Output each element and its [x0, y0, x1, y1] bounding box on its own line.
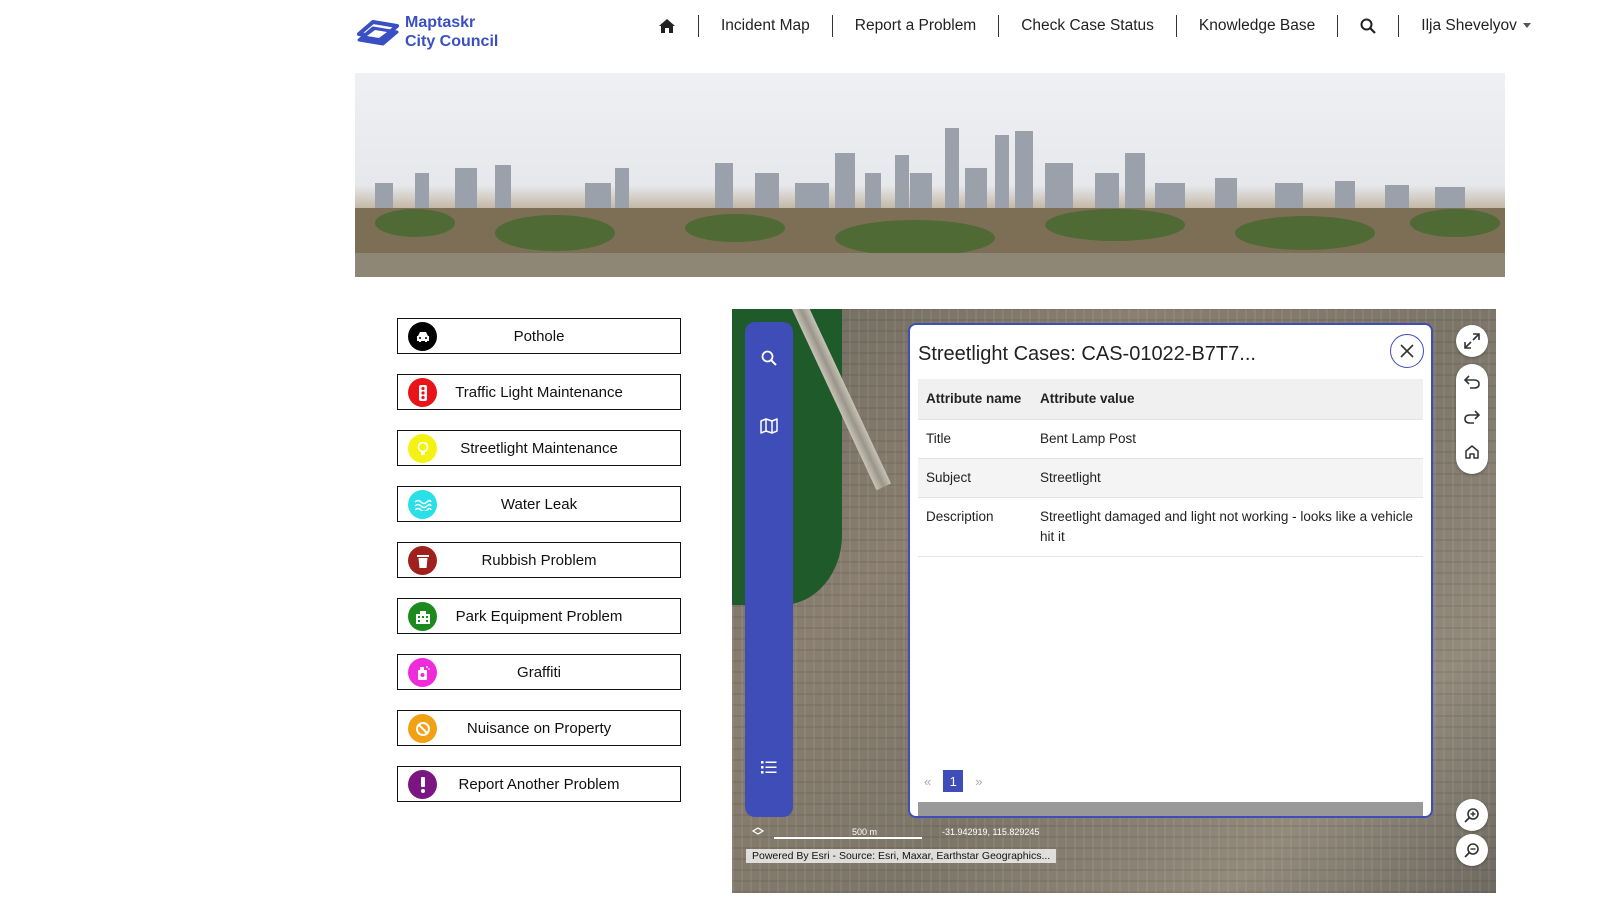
lightbulb-icon	[408, 434, 437, 463]
zoom-in-icon	[1464, 808, 1479, 823]
nav-search[interactable]	[1337, 15, 1398, 37]
spray-can-icon	[408, 658, 437, 687]
brand-line1: Maptaskr	[405, 14, 476, 31]
map-icon	[760, 418, 778, 434]
header-attribute-name: Attribute name	[918, 379, 1032, 420]
attr-value: Streetlight	[1032, 458, 1423, 498]
problem-label: Water Leak	[500, 495, 578, 513]
logo[interactable]: Maptaskr City Council	[355, 12, 498, 52]
nav-knowledge-base[interactable]: Knowledge Base	[1175, 15, 1337, 37]
table-row: Subject Streetlight	[918, 458, 1423, 498]
search-icon	[1360, 18, 1377, 34]
attr-value: Streetlight damaged and light not workin…	[1032, 497, 1423, 557]
attr-name: Subject	[918, 458, 1032, 498]
building-icon	[408, 602, 437, 631]
expand-icon	[1464, 333, 1480, 349]
map-layers-button[interactable]	[745, 408, 793, 444]
home-icon	[1465, 445, 1479, 459]
scale-line	[774, 837, 922, 839]
problem-button-pothole[interactable]: Pothole	[397, 318, 681, 354]
close-icon	[1400, 344, 1414, 358]
problem-button-nuisance[interactable]: Nuisance on Property	[397, 710, 681, 746]
popup-close-button[interactable]	[1390, 334, 1424, 368]
problem-label: Graffiti	[517, 663, 561, 681]
nav-incident-map[interactable]: Incident Map	[698, 15, 832, 37]
nav-report-problem[interactable]: Report a Problem	[831, 15, 998, 37]
layer-icon	[752, 827, 764, 835]
problem-button-traffic-light[interactable]: Traffic Light Maintenance	[397, 374, 681, 410]
map-coordinates: -31.942919, 115.829245	[942, 827, 1040, 837]
map-attribution: Powered By Esri - Source: Esri, Maxar, E…	[746, 849, 1057, 863]
traffic-light-icon	[408, 378, 437, 407]
problem-button-water-leak[interactable]: Water Leak	[397, 486, 681, 522]
attr-name: Description	[918, 497, 1032, 557]
map-scale-bar: 500 m -31.942919, 115.829245	[752, 827, 1042, 839]
table-row: Title Bent Lamp Post	[918, 419, 1423, 459]
nav-home[interactable]	[652, 15, 698, 37]
case-popup: Streetlight Cases: CAS-01022-B7T7... Att…	[908, 323, 1433, 818]
trash-icon	[408, 546, 437, 575]
search-icon	[761, 350, 777, 366]
popup-title: Streetlight Cases: CAS-01022-B7T7...	[918, 343, 1256, 365]
next-page-button[interactable]: »	[975, 774, 982, 789]
prev-page-button[interactable]: «	[924, 774, 931, 789]
undo-button[interactable]	[1456, 366, 1488, 398]
incident-map[interactable]: Streetlight Cases: CAS-01022-B7T7... Att…	[732, 309, 1496, 893]
attr-name: Title	[918, 419, 1032, 459]
problem-label: Report Another Problem	[458, 775, 620, 793]
problem-label: Park Equipment Problem	[455, 607, 623, 625]
map-search-button[interactable]	[745, 340, 793, 376]
list-icon	[761, 761, 777, 774]
exclamation-icon	[408, 770, 437, 799]
redo-button[interactable]	[1456, 401, 1488, 433]
undo-icon	[1464, 375, 1480, 389]
car-icon	[408, 322, 437, 351]
home-extent-button[interactable]	[1456, 436, 1488, 468]
brand-line2: City Council	[405, 33, 499, 50]
problem-label: Rubbish Problem	[481, 551, 597, 569]
problem-list: Pothole Traffic Light Maintenance Street…	[397, 318, 681, 822]
main-nav: Incident Map Report a Problem Check Case…	[652, 14, 1531, 38]
problem-button-other[interactable]: Report Another Problem	[397, 766, 681, 802]
fullscreen-button[interactable]	[1456, 325, 1488, 357]
problem-button-graffiti[interactable]: Graffiti	[397, 654, 681, 690]
redo-icon	[1464, 410, 1480, 424]
pagination: « 1 »	[924, 770, 982, 792]
user-menu[interactable]: Ilja Shevelyov	[1398, 15, 1531, 37]
table-row: Description Streetlight damaged and ligh…	[918, 497, 1423, 557]
caret-down-icon	[1522, 23, 1531, 29]
map-list-button[interactable]	[745, 749, 793, 785]
user-name: Ilja Shevelyov	[1421, 17, 1517, 34]
problem-label: Pothole	[513, 327, 565, 345]
attribute-table: Attribute name Attribute value Title Ben…	[918, 379, 1423, 557]
maptaskr-logo-icon	[357, 20, 399, 46]
problem-button-streetlight[interactable]: Streetlight Maintenance	[397, 430, 681, 466]
city-skyline-banner	[355, 73, 1505, 277]
map-sidebar	[745, 322, 793, 817]
zoom-out-icon	[1464, 843, 1479, 858]
scale-label: 500 m	[852, 827, 878, 837]
map-history-tools	[1456, 364, 1488, 474]
home-icon	[659, 18, 675, 33]
header: Maptaskr City Council Incident Map Repor…	[0, 0, 1613, 60]
ban-icon	[408, 714, 437, 743]
problem-label: Nuisance on Property	[466, 719, 612, 737]
attr-value: Bent Lamp Post	[1032, 419, 1423, 459]
problem-label: Traffic Light Maintenance	[455, 383, 623, 401]
zoom-out-button[interactable]	[1456, 834, 1488, 866]
page-button-1[interactable]: 1	[943, 770, 964, 792]
problem-button-park-equipment[interactable]: Park Equipment Problem	[397, 598, 681, 634]
problem-label: Streetlight Maintenance	[460, 439, 618, 457]
skyline-image	[355, 128, 1505, 277]
water-icon	[408, 490, 437, 519]
problem-button-rubbish[interactable]: Rubbish Problem	[397, 542, 681, 578]
zoom-in-button[interactable]	[1456, 799, 1488, 831]
popup-scrollbar[interactable]	[918, 802, 1423, 816]
nav-check-case-status[interactable]: Check Case Status	[998, 15, 1176, 37]
header-attribute-value: Attribute value	[1032, 379, 1423, 420]
